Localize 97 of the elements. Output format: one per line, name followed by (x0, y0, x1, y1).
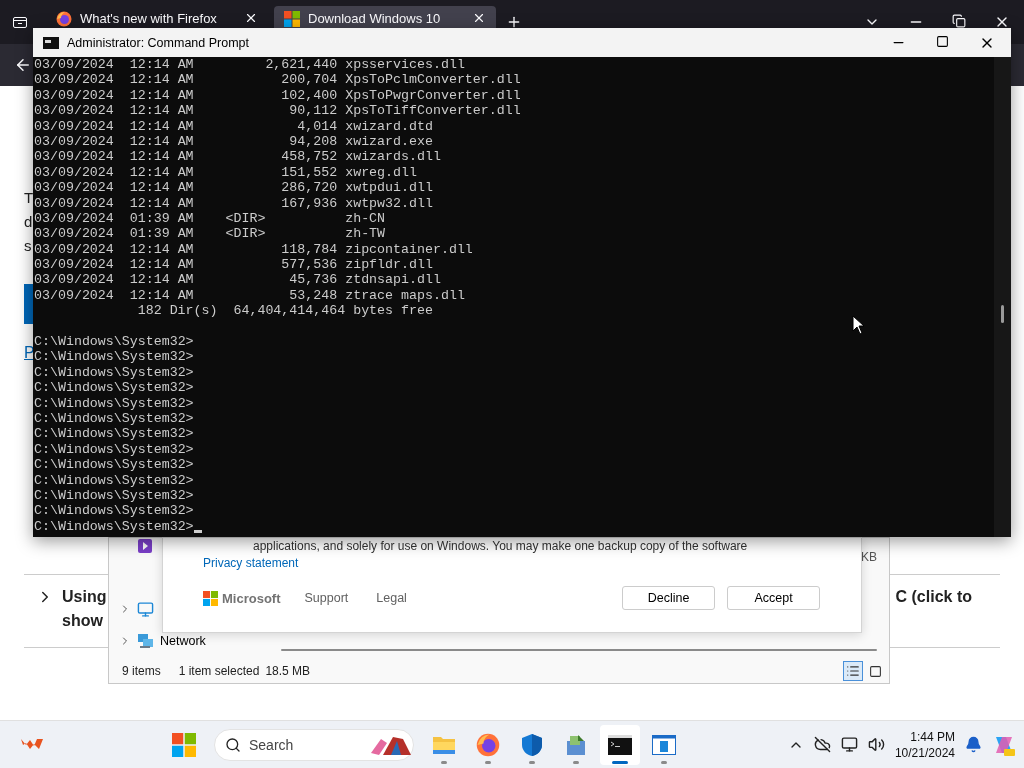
date-text: 03/09/2024 (34, 226, 115, 242)
prompt-text: C:\Windows\System32> (34, 349, 194, 365)
date-text: 03/09/2024 (34, 133, 115, 150)
file-size: 102,400 (280, 87, 338, 104)
date-text: 03/09/2024 (34, 87, 115, 104)
file-size: 458,752 (280, 149, 338, 165)
time-text: 12:14 AM (129, 257, 194, 273)
file-name: ztdnsapi.dll (345, 272, 441, 288)
paragraph-text: d (24, 212, 33, 232)
file-size: 90,112 (288, 103, 338, 119)
file-name: zipfldr.dll (345, 257, 433, 273)
file-size: 53,248 (288, 287, 338, 304)
file-name: zipcontainer.dll (345, 241, 473, 258)
file-name: ztrace maps.dll (345, 287, 465, 304)
date-text: 03/09/2024 (34, 287, 115, 304)
time-text: 12:14 AM (129, 241, 194, 258)
tab-title: What's new with Firefox (80, 11, 218, 26)
date-text: 03/09/2024 (34, 195, 115, 211)
file-size-text: KB (861, 550, 877, 564)
time-text: 01:39 AM (129, 226, 194, 242)
file-size: 94,208 (288, 133, 338, 150)
time-text: 12:14 AM (129, 103, 194, 119)
file-size: 4,014 (296, 118, 338, 134)
folder-name: zh-TW (345, 226, 386, 242)
date-text: 03/09/2024 (34, 72, 115, 88)
section-title: show (62, 611, 104, 631)
tab-title: Download Windows 10 (308, 11, 442, 26)
prompt-text: C:\Windows\System32> (34, 411, 194, 427)
time-text: 12:14 AM (129, 133, 194, 150)
file-name: xwizard.exe (345, 133, 433, 150)
date-text: 03/09/2024 (34, 57, 115, 73)
file-size: 151,552 (280, 164, 338, 181)
dir-marker: <DIR> (224, 210, 267, 227)
prompt-text: C:\Windows\System32> (34, 334, 194, 350)
prompt-text: C:\Windows\System32> (34, 441, 194, 458)
file-size: 118,784 (280, 241, 338, 258)
time-text: 01:39 AM (129, 210, 194, 227)
time-text: 12:14 AM (129, 57, 194, 73)
prompt-text: C:\Windows\System32> (34, 364, 194, 381)
date-text: 03/09/2024 (34, 149, 115, 165)
date-text: 03/09/2024 (34, 118, 115, 134)
prompt-text: C:\Windows\System32> (34, 518, 194, 535)
file-name: xwizard.dtd (345, 118, 433, 134)
dir-marker: <DIR> (224, 226, 267, 242)
window-title: Administrator: Command Prompt (67, 35, 249, 50)
selection-status: 1 item selected (178, 664, 260, 678)
time-text: 12:14 AM (129, 272, 194, 288)
file-size: 2,621,440 (264, 57, 338, 73)
file-name: XpsToPwgrConverter.dll (345, 87, 521, 104)
date-text: 03/09/2024 (34, 103, 115, 119)
date-text: 03/09/2024 (34, 210, 115, 227)
time-text: 12:14 AM (129, 195, 194, 211)
dir-count: 182 Dir(s) (137, 303, 218, 319)
license-text: applications, and solely for use on Windows. You may make one backup copy of the software (253, 539, 749, 553)
folder-name: zh-CN (345, 210, 386, 227)
file-name: xwtpdui.dll (345, 180, 433, 196)
date-text: 03/09/2024 (34, 272, 115, 288)
prompt-text: C:\Windows\System32> (34, 395, 194, 411)
prompt-text: C:\Windows\System32> (34, 472, 194, 488)
prompt-text: C:\Windows\System32> (34, 380, 194, 396)
file-size: 286,720 (280, 180, 338, 196)
file-name: xwtpw32.dll (345, 195, 433, 211)
prompt-text: C:\Windows\System32> (34, 457, 194, 473)
paragraph-text: T (24, 188, 34, 208)
item-count: 9 items (122, 664, 161, 678)
date-text: 03/09/2024 (34, 180, 115, 196)
time-text: 12:14 AM (129, 72, 194, 88)
date-text: 03/09/2024 (34, 257, 115, 273)
selection-size: 18.5 MB (265, 664, 311, 678)
file-name: xwreg.dll (345, 164, 417, 181)
prompt-text: C:\Windows\System32> (34, 503, 194, 519)
time-text: 12:14 AM (129, 118, 194, 134)
time-text: 1:44 PM (910, 728, 955, 745)
file-name: XpsToTiffConverter.dll (345, 103, 521, 119)
file-name: xwizards.dll (345, 149, 441, 165)
file-size: 577,536 (280, 257, 338, 273)
section-title: C (click to (895, 587, 972, 607)
time-text: 12:14 AM (129, 287, 194, 304)
time-text: 12:14 AM (129, 164, 194, 181)
free-space: 64,404,414,464 bytes free (233, 303, 433, 319)
time-text: 12:14 AM (129, 87, 194, 104)
prompt-text: C:\Windows\System32> (34, 487, 194, 504)
file-name: xpsservices.dll (345, 57, 465, 73)
section-title: Using (62, 587, 107, 607)
nav-label: Network (160, 634, 206, 648)
brand-name: Microsoft (222, 590, 281, 606)
prompt-text: C:\Windows\System32> (34, 426, 194, 442)
paragraph-text: s (24, 236, 32, 256)
date-text: 10/21/2024 (894, 744, 955, 761)
file-name: XpsToPclmConverter.dll (345, 72, 521, 88)
file-size: 200,704 (280, 72, 338, 88)
file-size: 45,736 (288, 272, 338, 288)
file-size: 167,936 (280, 195, 338, 211)
time-text: 12:14 AM (129, 149, 194, 165)
date-text: 03/09/2024 (34, 164, 115, 181)
time-text: 12:14 AM (129, 180, 194, 196)
date-text: 03/09/2024 (34, 241, 115, 258)
